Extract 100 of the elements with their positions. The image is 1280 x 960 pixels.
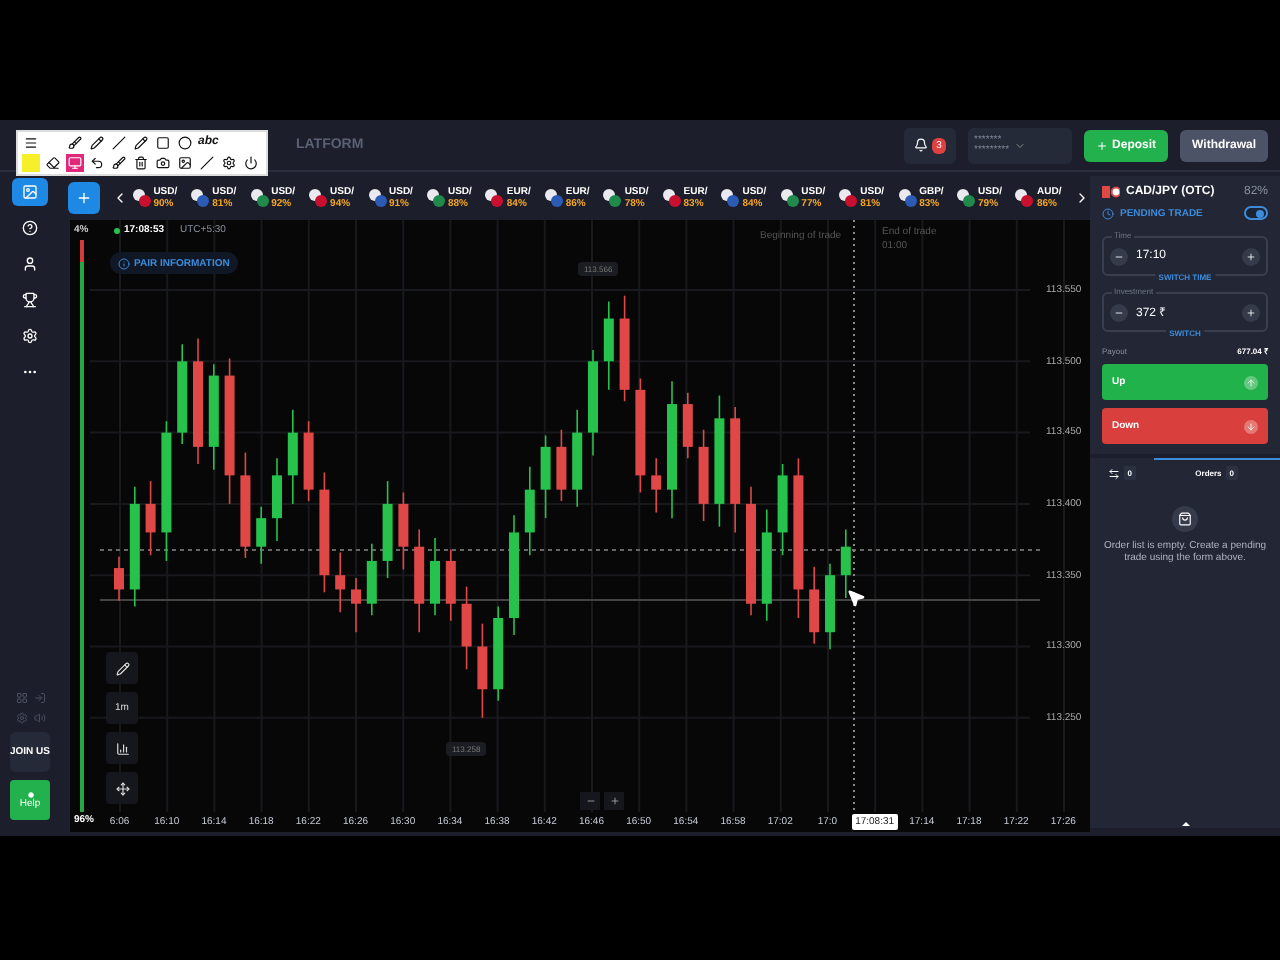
candle (351, 577, 361, 634)
candle (303, 420, 314, 502)
live-dot (114, 228, 120, 234)
plus-icon (1246, 251, 1256, 261)
dot-icon (27, 791, 33, 797)
candle (129, 486, 140, 608)
caret-icon[interactable] (1181, 822, 1189, 826)
pencil-icon[interactable] (106, 652, 138, 684)
candle (825, 563, 835, 651)
flag-icon (367, 188, 387, 208)
plus-button[interactable] (1242, 303, 1260, 321)
candle (382, 480, 393, 579)
candle (161, 420, 172, 562)
candle (777, 463, 788, 557)
tool-icon[interactable] (220, 154, 238, 173)
tool-icon[interactable] (110, 154, 128, 173)
pending-trade-toggle[interactable] (1244, 206, 1268, 220)
tool-icon[interactable] (154, 154, 172, 173)
flag-icon (956, 188, 977, 208)
candle (809, 565, 820, 645)
candle (461, 585, 472, 671)
flag-icon (249, 188, 270, 208)
flag-icon (190, 188, 211, 208)
candle (208, 363, 219, 471)
candle (603, 300, 614, 391)
bell-icon (914, 138, 929, 152)
candle (287, 408, 298, 505)
candle (761, 508, 772, 622)
flag-icon (484, 188, 505, 208)
flag-icon (131, 188, 152, 208)
candle (635, 377, 646, 494)
flag-icon (661, 188, 682, 208)
plus-button[interactable] (1242, 247, 1260, 265)
candle (840, 528, 851, 599)
color-swatch[interactable] (22, 154, 40, 173)
minus-button[interactable] (1110, 247, 1128, 265)
candle (651, 457, 662, 514)
plus-icon (609, 796, 619, 806)
candle (619, 294, 630, 403)
candle (524, 466, 535, 557)
tool-icon[interactable] (88, 133, 106, 152)
tool-icon[interactable] (110, 133, 128, 152)
candle (398, 491, 409, 571)
tool-icon[interactable] (44, 154, 62, 173)
tool-icon[interactable] (242, 154, 260, 173)
flag-icon (720, 188, 741, 208)
candle (177, 343, 188, 445)
candle (540, 434, 551, 519)
empty-orders-icon (1172, 506, 1198, 532)
clock-icon (1102, 207, 1114, 219)
minus-icon (585, 796, 595, 806)
candle (319, 471, 330, 594)
swap-icon (1107, 467, 1120, 479)
flag-icon (543, 188, 564, 208)
minus-button[interactable] (1110, 303, 1128, 321)
tool-icon[interactable] (132, 154, 150, 173)
chevron-down-icon (1013, 139, 1026, 151)
bar-chart-icon[interactable] (106, 732, 138, 764)
candle (366, 543, 377, 616)
candle (145, 480, 156, 557)
candle (414, 528, 425, 634)
candle (193, 337, 203, 465)
tool-icon[interactable] (66, 133, 84, 152)
info-icon (118, 257, 130, 269)
candle (730, 406, 741, 534)
add-button[interactable] (68, 182, 100, 214)
candle (114, 555, 124, 602)
move-icon[interactable] (106, 772, 138, 804)
candle (572, 408, 583, 508)
mouse-cursor-icon (846, 588, 866, 608)
flag-icon (602, 188, 623, 208)
tool-icon[interactable] (132, 133, 150, 152)
minus-icon (1114, 307, 1124, 317)
arrow-up-icon (1244, 375, 1258, 389)
candle (746, 486, 756, 616)
candle (240, 451, 251, 559)
minus-icon (1114, 251, 1124, 261)
candle (698, 428, 709, 522)
candle (714, 394, 725, 528)
candle (556, 428, 567, 502)
tool-icon[interactable] (22, 133, 40, 152)
candle (509, 514, 519, 636)
tool-icon[interactable] (88, 154, 106, 173)
candle (256, 505, 267, 565)
flag-icon (838, 188, 859, 208)
candle (682, 391, 693, 460)
candle (430, 537, 440, 616)
candle (588, 349, 598, 457)
tool-icon[interactable] (176, 154, 194, 173)
flag-icon (425, 188, 446, 208)
candle (445, 548, 456, 622)
flag-icon (308, 188, 329, 208)
candle (477, 622, 488, 719)
arrow-down-icon (1244, 419, 1258, 433)
plus-icon (75, 190, 92, 206)
candle (667, 380, 677, 519)
candle (335, 551, 346, 614)
flag-icon (1102, 186, 1120, 198)
candle (493, 605, 504, 702)
plus-icon (1096, 139, 1109, 151)
